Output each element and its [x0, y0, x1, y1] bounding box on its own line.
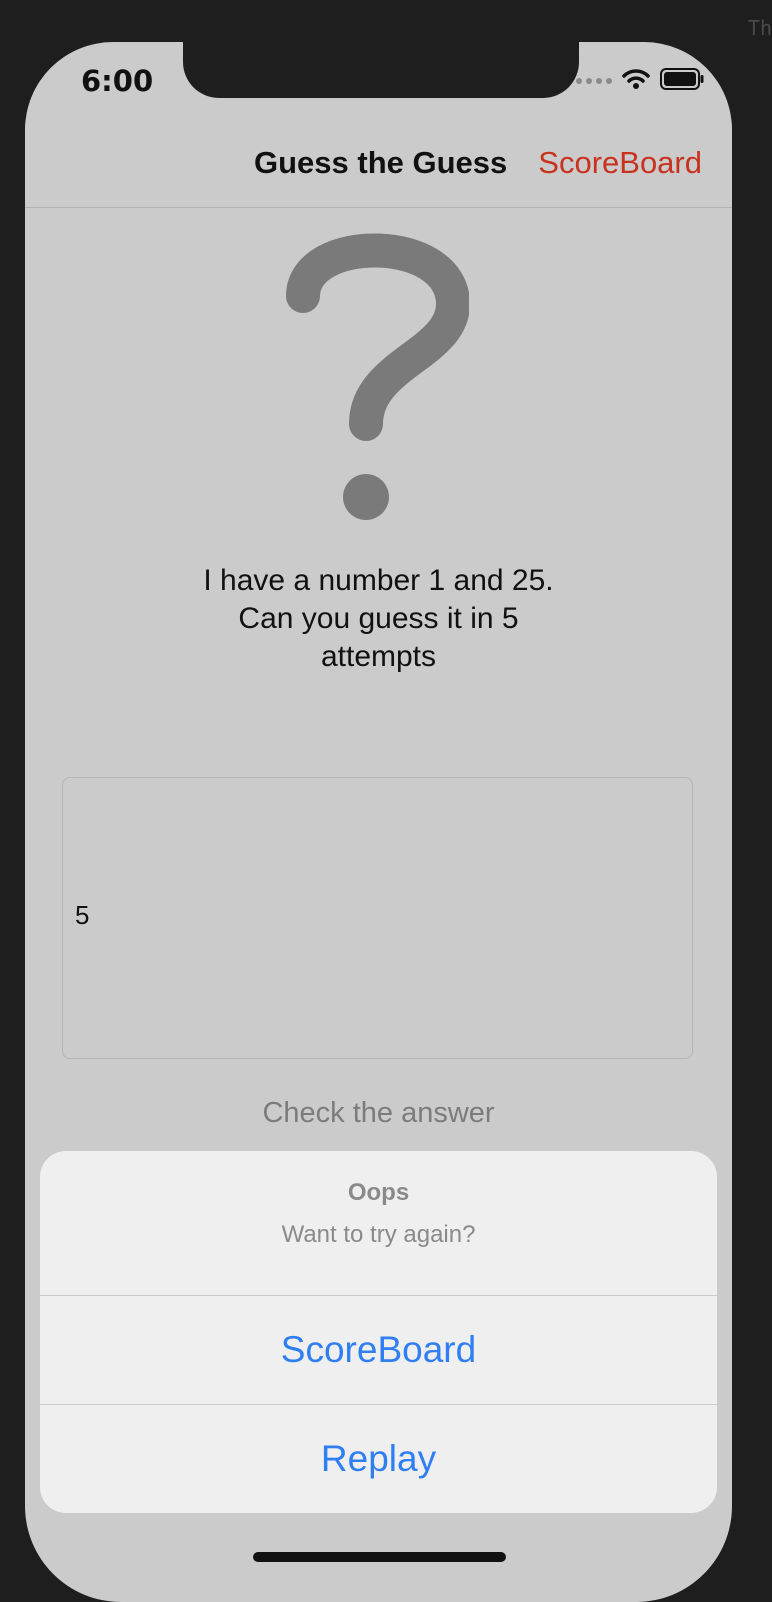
device-bezel: Th 6:00 Guess the Guess ScoreBoard I hav… [0, 0, 772, 1602]
action-sheet-header: Oops Want to try again? [40, 1151, 717, 1296]
game-prompt: I have a number 1 and 25. Can you guess … [25, 562, 732, 676]
prompt-line: Can you guess it in 5 [238, 602, 519, 635]
replay-action-button[interactable]: Replay [40, 1404, 717, 1513]
guess-input[interactable]: 5 [62, 777, 693, 1059]
background-window-text: Th [747, 16, 772, 40]
action-sheet-title: Oops [347, 1179, 410, 1206]
prompt-line: attempts [320, 640, 437, 673]
question-mark-icon [286, 233, 469, 520]
action-sheet-message: Want to try again? [281, 1221, 476, 1248]
nav-title: Guess the Guess [254, 145, 508, 180]
wifi-icon [622, 69, 650, 89]
prompt-line: I have a number 1 and 25. [203, 564, 554, 597]
scoreboard-nav-button[interactable]: ScoreBoard [538, 145, 702, 181]
home-indicator[interactable] [253, 1552, 506, 1562]
phone-screen: 6:00 Guess the Guess ScoreBoard I have a… [25, 42, 732, 1602]
scoreboard-action-button[interactable]: ScoreBoard [40, 1296, 717, 1404]
notch [183, 42, 579, 98]
navigation-bar: Guess the Guess ScoreBoard [25, 122, 732, 208]
cellular-signal-icon [576, 78, 612, 84]
battery-icon [660, 68, 704, 90]
status-icons [576, 68, 704, 90]
status-time: 6:00 [81, 64, 154, 98]
guess-input-value: 5 [75, 900, 90, 930]
action-sheet: Oops Want to try again? ScoreBoard Repla… [40, 1151, 717, 1513]
check-answer-button[interactable]: Check the answer [25, 1097, 732, 1130]
